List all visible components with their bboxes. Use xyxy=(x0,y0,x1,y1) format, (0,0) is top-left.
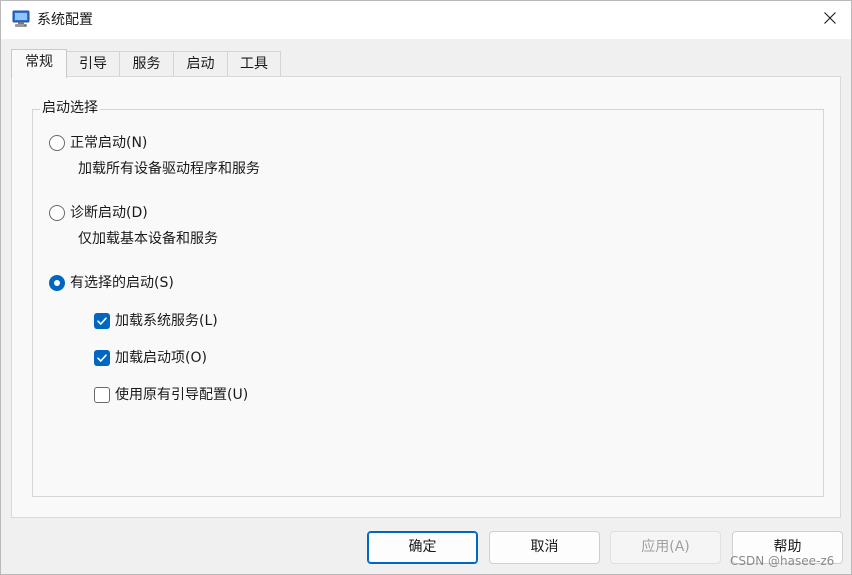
tab-startup[interactable]: 启动 xyxy=(173,51,228,77)
close-button[interactable] xyxy=(807,1,852,39)
tab-services[interactable]: 服务 xyxy=(119,51,174,77)
normal-startup-description: 加载所有设备驱动程序和服务 xyxy=(78,161,260,177)
tab-boot[interactable]: 引导 xyxy=(66,51,120,77)
general-tab-panel: 启动选择 正常启动(N) 加载所有设备驱动程序和服务 诊断启动(D) 仅加载基本… xyxy=(11,76,841,518)
ok-button[interactable]: 确定 xyxy=(367,531,478,564)
diagnostic-startup-description: 仅加载基本设备和服务 xyxy=(78,231,218,247)
checkmark-icon xyxy=(97,317,107,325)
title-bar[interactable]: 系统配置 xyxy=(1,1,851,39)
selective-startup-radio[interactable] xyxy=(49,275,65,291)
load-system-services-checkbox[interactable] xyxy=(94,313,110,329)
close-icon xyxy=(824,12,836,28)
tab-general[interactable]: 常规 xyxy=(11,49,67,78)
diagnostic-startup-label[interactable]: 诊断启动(D) xyxy=(70,204,148,222)
load-startup-items-checkbox[interactable] xyxy=(94,350,110,366)
system-config-window: 系统配置 常规 引导 服务 启动 工具 启动选择 正常启动(N) 加载所有设备驱… xyxy=(0,0,852,575)
diagnostic-startup-radio[interactable] xyxy=(49,205,65,221)
msconfig-icon xyxy=(12,10,30,28)
load-system-services-label[interactable]: 加载系统服务(L) xyxy=(115,312,218,330)
watermark-text: CSDN @hasee-z6 xyxy=(730,554,835,568)
use-original-boot-config-label[interactable]: 使用原有引导配置(U) xyxy=(115,386,248,404)
normal-startup-radio[interactable] xyxy=(49,135,65,151)
window-title: 系统配置 xyxy=(37,12,93,28)
use-original-boot-config-checkbox[interactable] xyxy=(94,387,110,403)
cancel-button[interactable]: 取消 xyxy=(489,531,600,564)
startup-selection-legend: 启动选择 xyxy=(40,99,100,117)
tab-tools[interactable]: 工具 xyxy=(227,51,281,77)
load-startup-items-label[interactable]: 加载启动项(O) xyxy=(115,349,207,367)
checkmark-icon xyxy=(97,354,107,362)
selective-startup-label[interactable]: 有选择的启动(S) xyxy=(70,274,174,292)
apply-button[interactable]: 应用(A) xyxy=(610,531,721,564)
normal-startup-label[interactable]: 正常启动(N) xyxy=(70,134,147,152)
